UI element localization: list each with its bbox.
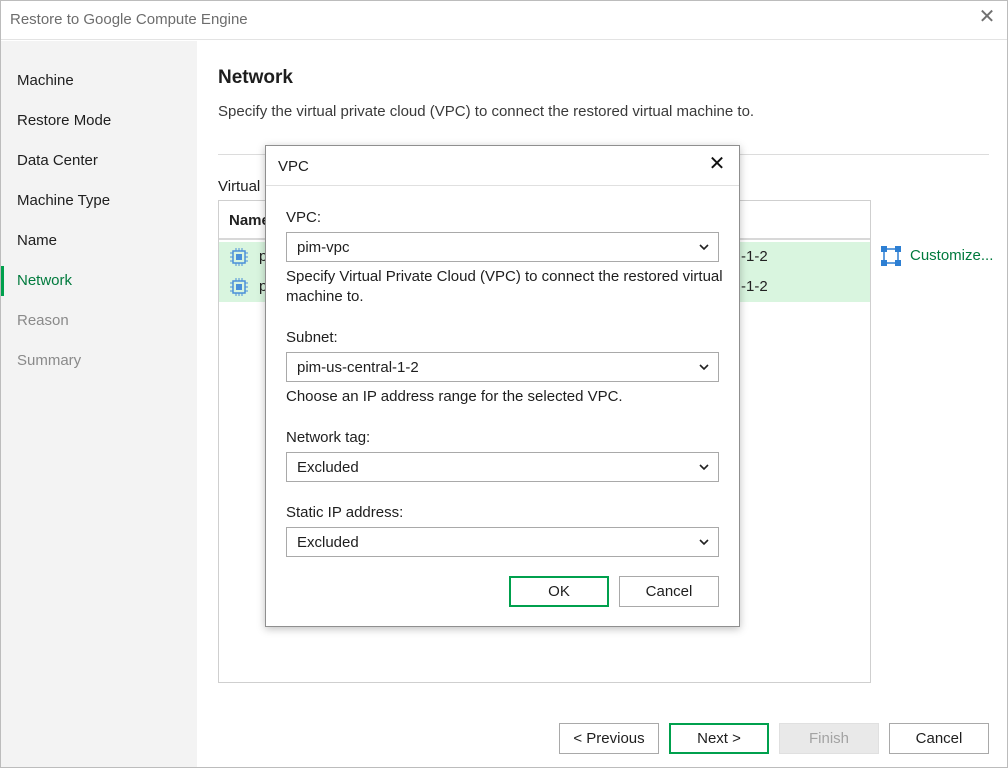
virtual-machines-label: Virtual (218, 178, 261, 195)
chevron-down-icon (699, 244, 709, 251)
customize-icon (881, 246, 901, 266)
vpc-select[interactable]: pim-vpc (286, 232, 719, 262)
vpc-hint: Specify Virtual Private Cloud (VPC) to c… (286, 268, 723, 305)
chevron-down-icon (699, 364, 709, 371)
network-tag-select-value: Excluded (297, 459, 359, 476)
next-button[interactable]: Next > (669, 723, 769, 754)
chevron-down-icon (699, 464, 709, 471)
static-ip-label: Static IP address: (286, 504, 404, 521)
static-ip-select-value: Excluded (297, 534, 359, 551)
vpc-dialog: VPC ✕ VPC: pim-vpc Specify Virtual Priva… (265, 145, 740, 627)
column-header-name[interactable]: Name (229, 212, 270, 229)
subnet-select-value: pim-us-central-1-2 (297, 359, 419, 376)
vpc-select-value: pim-vpc (297, 239, 350, 256)
dialog-cancel-button[interactable]: Cancel (619, 576, 719, 607)
page-description: Specify the virtual private cloud (VPC) … (218, 103, 755, 120)
page-title: Network (218, 67, 293, 88)
previous-button[interactable]: < Previous (559, 723, 659, 754)
vm-chip-icon (230, 248, 248, 266)
window-titlebar: Restore to Google Compute Engine ✕ (1, 1, 1007, 40)
cancel-button[interactable]: Cancel (889, 723, 989, 754)
sidebar-item-name[interactable]: Name (1, 226, 197, 256)
subnet-select[interactable]: pim-us-central-1-2 (286, 352, 719, 382)
ok-button[interactable]: OK (509, 576, 609, 607)
dialog-titlebar: VPC ✕ (266, 146, 739, 186)
network-tag-select[interactable]: Excluded (286, 452, 719, 482)
row-vm-subnet: -1-2 (741, 278, 768, 295)
subnet-hint: Choose an IP address range for the selec… (286, 388, 623, 405)
sidebar-item-reason: Reason (17, 312, 69, 329)
sidebar-item-machine-type[interactable]: Machine Type (1, 186, 197, 216)
subnet-label: Subnet: (286, 329, 338, 346)
sidebar-item-summary: Summary (17, 352, 82, 369)
sidebar-item-machine[interactable]: Machine (1, 66, 197, 96)
sidebar-item-network[interactable]: Network (1, 266, 197, 296)
vm-chip-icon (230, 278, 248, 296)
row-vm-subnet: -1-2 (741, 248, 768, 265)
close-icon[interactable]: ✕ (705, 152, 729, 176)
customize-label: Customize... (910, 247, 994, 264)
dialog-title: VPC (278, 158, 309, 175)
sidebar-item-restore-mode[interactable]: Restore Mode (1, 106, 197, 136)
finish-button: Finish (779, 723, 879, 754)
vpc-label: VPC: (286, 209, 322, 226)
close-icon[interactable]: ✕ (975, 5, 999, 29)
static-ip-select[interactable]: Excluded (286, 527, 719, 557)
sidebar-item-data-center[interactable]: Data Center (1, 146, 197, 176)
wizard-steps-sidebar: Machine Restore Mode Data Center Machine… (1, 41, 197, 767)
network-tag-label: Network tag: (286, 429, 371, 446)
chevron-down-icon (699, 539, 709, 546)
window-title: Restore to Google Compute Engine (10, 11, 248, 28)
